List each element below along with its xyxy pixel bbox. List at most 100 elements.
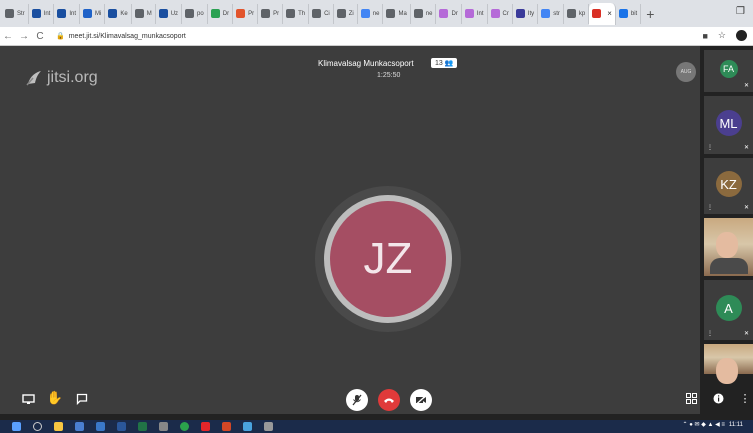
more-options-icon[interactable]: ⋮	[740, 391, 751, 405]
browser-tab[interactable]: Int	[462, 3, 488, 24]
save-icon[interactable]	[75, 422, 84, 431]
tab-favicon-icon	[210, 9, 220, 18]
info-icon[interactable]	[711, 391, 725, 405]
camera-indicator-icon[interactable]: ■	[702, 31, 707, 41]
tab-favicon-icon	[386, 9, 396, 18]
participant-thumbnail[interactable]: FA ✕	[704, 50, 753, 92]
browser-tab[interactable]: Th	[283, 3, 310, 24]
reload-icon[interactable]: C	[32, 31, 48, 42]
url-field[interactable]: meet.jit.si/Klimavalsag_munkacsoport	[69, 33, 186, 40]
browser-tab[interactable]: Ci	[309, 3, 334, 24]
browser-tab[interactable]: ×	[589, 2, 616, 25]
dominant-speaker-avatar: JZ	[330, 201, 446, 317]
tab-favicon-icon	[158, 9, 168, 18]
tab-favicon-icon	[360, 9, 370, 18]
browser-tab[interactable]: Dr	[208, 3, 234, 24]
tab-label: Ke	[120, 10, 128, 17]
mic-muted-icon[interactable]	[346, 389, 368, 411]
tab-label: po	[197, 10, 204, 17]
thumbnail-menu-icon[interactable]: ⋮	[707, 204, 713, 211]
camera-off-icon[interactable]	[410, 389, 432, 411]
self-view-badge[interactable]: AUG	[676, 62, 696, 82]
system-tray: ⌃ ● ✉ ◆ ▲ ◀ ≡ 11:11	[683, 421, 743, 429]
mic-muted-icon: ✕	[743, 83, 749, 89]
tab-label: bit	[630, 10, 638, 17]
participant-thumbnail[interactable]	[704, 344, 753, 384]
tab-label: Zi	[348, 10, 354, 17]
tab-favicon-icon	[83, 9, 93, 18]
browser-tab[interactable]: Uz	[156, 3, 183, 24]
brand-watermark[interactable]: jitsi.org	[24, 68, 98, 88]
browser-tab[interactable]: ne	[358, 3, 384, 24]
participant-thumbnail[interactable]: KZ ✕ ⋮	[704, 158, 753, 214]
browser-tab[interactable]: po	[182, 3, 208, 24]
browser-tab[interactable]: Str	[2, 3, 29, 24]
chat-icon[interactable]	[74, 391, 90, 407]
tab-label: Cr	[502, 10, 509, 17]
participant-thumbnail[interactable]: A ✕ ⋮	[704, 280, 753, 340]
tab-favicon-icon	[336, 9, 346, 18]
app-icon[interactable]	[159, 422, 168, 431]
thumbnail-menu-icon[interactable]: ⋮	[707, 330, 713, 337]
participant-thumbnail[interactable]: ML ✕ ⋮	[704, 96, 753, 154]
hangup-icon[interactable]	[378, 389, 400, 411]
browser-tab[interactable]: Dr	[436, 3, 462, 24]
excel-icon[interactable]	[138, 422, 147, 431]
tab-favicon-icon	[108, 9, 118, 18]
browser-tab[interactable]: M	[132, 3, 156, 24]
new-tab-icon[interactable]: +	[646, 6, 654, 22]
browser-tab[interactable]: Ke	[105, 3, 132, 24]
chrome-icon[interactable]	[180, 422, 189, 431]
paint-icon[interactable]	[264, 422, 273, 431]
browser-tab-strip: Str Int Int Mi Ke M Uz po Dr Pr Pr Th Ci Zi ne Ma ne Dr In…	[0, 0, 753, 27]
browser-tab[interactable]: kp	[564, 3, 590, 24]
browser-tab[interactable]: Ity	[513, 3, 539, 24]
tab-label: Pr	[248, 10, 255, 17]
forward-icon[interactable]: →	[16, 31, 32, 42]
file-explorer-icon[interactable]	[54, 422, 63, 431]
clock[interactable]: 11:11	[729, 422, 743, 428]
powerpoint-icon[interactable]	[222, 422, 231, 431]
tray-icons[interactable]: ⌃ ● ✉ ◆ ▲ ◀ ≡	[683, 421, 725, 428]
raise-hand-icon[interactable]: ✋	[47, 390, 63, 406]
search-icon[interactable]	[33, 422, 42, 431]
os-taskbar: ⌃ ● ✉ ◆ ▲ ◀ ≡ 11:11	[0, 420, 753, 433]
back-icon[interactable]: ←	[0, 31, 16, 42]
outlook-icon[interactable]	[96, 422, 105, 431]
window-restore-icon[interactable]: ❐	[736, 6, 745, 17]
bookmark-star-icon[interactable]: ☆	[718, 30, 726, 41]
participant-thumbnail[interactable]	[704, 218, 753, 276]
browser-tab[interactable]: Zi	[334, 3, 358, 24]
browser-tab[interactable]: Pr	[258, 3, 284, 24]
tab-label: kp	[578, 10, 586, 17]
tab-label: Mi	[95, 10, 102, 17]
participant-count-badge[interactable]: 13 👥	[431, 58, 458, 68]
pdf-icon[interactable]	[201, 422, 210, 431]
browser-tab[interactable]: Int	[29, 3, 55, 24]
filmstrip: FA ✕ ML ✕ ⋮ KZ ✕ ⋮ A ✕ ⋮	[700, 46, 753, 414]
browser-tab[interactable]: Int	[54, 3, 81, 24]
browser-tab[interactable]: Pr	[233, 3, 259, 24]
meeting-timer: 1:25:50	[377, 72, 401, 79]
tab-label: Dr	[451, 10, 458, 17]
thumbnail-menu-icon[interactable]: ⋮	[707, 144, 713, 151]
browser-tab[interactable]: str	[538, 3, 564, 24]
browser-tab[interactable]: Ma	[383, 3, 411, 24]
browser-tab[interactable]: Mi	[80, 3, 106, 24]
tab-label: M	[146, 10, 152, 17]
close-tab-icon[interactable]: ×	[607, 9, 612, 18]
video-feed-body	[710, 258, 748, 274]
browser-tab[interactable]: Cr	[488, 3, 513, 24]
tab-label: Ci	[324, 10, 330, 17]
screenshare-icon[interactable]	[20, 391, 36, 407]
tab-favicon-icon	[312, 9, 322, 18]
browser-tab[interactable]: bit	[616, 3, 642, 24]
tile-view-icon[interactable]	[684, 391, 698, 405]
tab-favicon-icon	[57, 9, 67, 18]
participant-avatar: A	[715, 295, 742, 321]
profile-avatar[interactable]	[736, 30, 747, 41]
start-icon[interactable]	[12, 422, 21, 431]
browser-tab[interactable]: ne	[411, 3, 437, 24]
word-icon[interactable]	[117, 422, 126, 431]
browser-icon[interactable]	[243, 422, 252, 431]
